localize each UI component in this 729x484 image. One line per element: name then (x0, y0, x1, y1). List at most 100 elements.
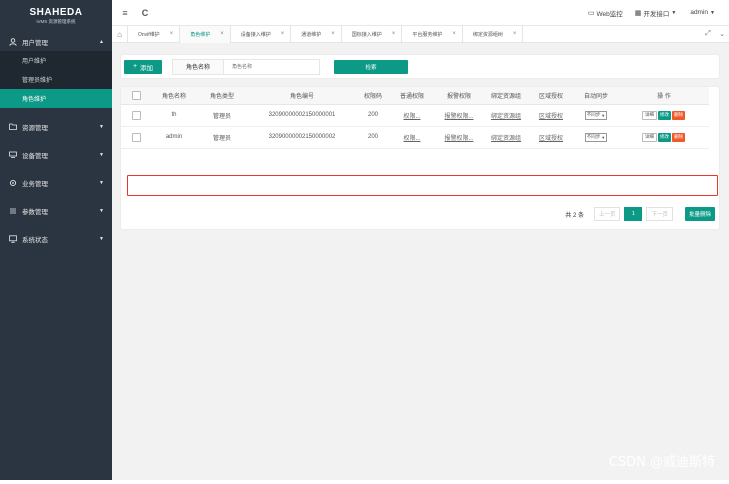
tab-role[interactable]: 角色维护 × (180, 25, 231, 43)
close-icon[interactable]: × (170, 31, 174, 37)
table-header-row: 角色名称 角色类型 角色编号 权限码 普通权限 报警权限 绑定资源组 区域授权 … (121, 87, 709, 105)
sidebar-group-params[interactable]: 参数管理 ▼ (0, 201, 112, 220)
monitor-icon: ▭ (587, 9, 595, 17)
tab-label: 通道维护 (301, 31, 322, 38)
role-table: 角色名称 角色类型 角色编号 权限码 普通权限 报警权限 绑定资源组 区域授权 … (121, 87, 709, 149)
col-header: 绑定资源组 (483, 87, 529, 105)
cell-normal-perm: 权限... (389, 126, 435, 149)
delete-button[interactable]: 删除 (672, 110, 685, 120)
user-menu[interactable]: admin ▼ (690, 9, 717, 16)
close-icon[interactable]: × (281, 31, 285, 37)
detail-button[interactable]: 详细 (642, 110, 657, 120)
role-name-input[interactable] (224, 58, 320, 75)
cell-role-code: 32090000002150000001 (247, 104, 357, 127)
sidebar-group-label: 系统状态 (22, 236, 48, 244)
close-icon[interactable]: × (513, 31, 517, 37)
sync-select[interactable]: 不同步 ▼ (584, 110, 608, 120)
sidebar-group-device[interactable]: 设备管理 ▼ (0, 145, 112, 164)
sidebar-item-admin-maintain[interactable]: 管理员维护 (0, 70, 112, 89)
sidebar-group-business[interactable]: 业务管理 ▼ (0, 173, 112, 192)
row-checkbox[interactable] (131, 132, 141, 142)
area-auth-link[interactable]: 区域授权 (539, 114, 563, 120)
sidebar-group-resource[interactable]: 资源管理 ▼ (0, 117, 112, 136)
chevron-down-icon: ▼ (601, 112, 606, 118)
sidebar-item-user-maintain[interactable]: 用户维护 (0, 51, 112, 70)
cell-area-auth: 区域授权 (529, 126, 573, 149)
web-monitor-link[interactable]: ▭ Web监控 (588, 8, 623, 18)
dev-interface-menu[interactable]: ▦ 开发接口 ▼ (635, 8, 679, 18)
col-header: 权限码 (357, 87, 389, 105)
resource-group-link[interactable]: 绑定资源组 (491, 114, 521, 120)
sidebar-group-label: 用户管理 (22, 39, 48, 47)
tab-onvif[interactable]: Onvif维护 × (128, 25, 181, 43)
cell-alarm-perm: 报警权限... (435, 104, 483, 127)
expand-icon[interactable]: ⤢ (701, 30, 715, 38)
tab-platform-service[interactable]: 平台服务维护 × (402, 25, 463, 43)
close-icon[interactable]: × (220, 31, 224, 37)
sidebar-group-label: 参数管理 (22, 208, 48, 216)
home-icon[interactable]: ⌂ (112, 25, 128, 43)
col-header: 角色类型 (197, 87, 247, 105)
tab-label: 角色维护 (190, 31, 211, 38)
close-icon[interactable]: × (331, 31, 335, 37)
select-all-checkbox[interactable] (131, 90, 141, 100)
sidebar: SHAHEDA iVMS 资源管理系统 用户管理 ▲ 用户维护 管理员维护 角色… (0, 0, 112, 480)
tab-resource-group[interactable]: 绑定资源组树 × (463, 25, 524, 43)
resource-group-link[interactable]: 绑定资源组 (491, 136, 521, 142)
user-name: admin (690, 9, 709, 16)
cell-role-name: th (151, 104, 197, 127)
cell-alarm-perm: 报警权限... (435, 126, 483, 149)
edit-button[interactable]: 修改 (658, 132, 671, 142)
row-select-cell (121, 104, 151, 127)
gear-icon (8, 178, 17, 187)
prev-page-button[interactable]: 上一页 (593, 207, 621, 221)
sidebar-group-user[interactable]: 用户管理 ▲ (0, 32, 112, 51)
close-icon[interactable]: × (452, 31, 456, 37)
main-content: + 添加 角色名称 检索 角色名称 角色类型 角色编号 权限码 普通权限 报警权… (112, 43, 729, 480)
watermark: CSDN @威迪斯特 (608, 455, 715, 470)
add-button[interactable]: + 添加 (124, 59, 162, 74)
col-header: 区域授权 (529, 87, 573, 105)
device-icon (8, 150, 17, 159)
page-1-button[interactable]: 1 (624, 207, 643, 221)
normal-perm-link[interactable]: 权限... (403, 136, 420, 142)
tab-channel[interactable]: 通道维护 × (291, 25, 342, 43)
tab-device-access[interactable]: 设备接入维护 × (231, 25, 292, 43)
next-page-button[interactable]: 下一页 (646, 207, 673, 221)
close-icon[interactable]: × (392, 31, 396, 37)
detail-button[interactable]: 详细 (642, 132, 657, 142)
tab-label: 国标接入维护 (351, 31, 382, 38)
monitor-icon (8, 234, 17, 243)
refresh-icon[interactable]: C (138, 6, 152, 20)
row-highlight-box (127, 175, 718, 196)
chevron-down-icon[interactable]: ⌄ (715, 30, 729, 38)
cell-perm-code: 200 (357, 104, 389, 127)
tab-gb-access[interactable]: 国标接入维护 × (342, 25, 403, 43)
sidebar-group-status[interactable]: 系统状态 ▼ (0, 229, 112, 248)
cell-operations: 详细 修改 删除 (619, 104, 709, 127)
table-panel: 角色名称 角色类型 角色编号 权限码 普通权限 报警权限 绑定资源组 区域授权 … (120, 86, 720, 230)
caret-down-icon: ▼ (671, 9, 677, 16)
batch-delete-button[interactable]: 批量删除 (684, 207, 715, 221)
edit-button[interactable]: 修改 (658, 110, 671, 120)
row-checkbox[interactable] (131, 110, 141, 120)
search-button[interactable]: 检索 (334, 59, 408, 74)
alarm-perm-link[interactable]: 报警权限... (444, 136, 473, 142)
cell-resource-group: 绑定资源组 (483, 104, 529, 127)
area-auth-link[interactable]: 区域授权 (539, 136, 563, 142)
menu-toggle-icon[interactable]: ≡ (118, 6, 132, 20)
sidebar-item-role-maintain[interactable]: 角色维护 (0, 89, 112, 108)
topbar-right: ▭ Web监控 ▦ 开发接口 ▼ admin ▼ (588, 8, 729, 18)
delete-button[interactable]: 删除 (672, 132, 685, 142)
alarm-perm-link[interactable]: 报警权限... (444, 114, 473, 120)
sync-select[interactable]: 不同步 ▼ (584, 132, 608, 142)
sliders-icon (8, 206, 17, 215)
col-header: 自动同步 (573, 87, 619, 105)
cell-role-type: 管理员 (197, 126, 247, 149)
normal-perm-link[interactable]: 权限... (403, 114, 420, 120)
total-count: 共 2 条 (565, 212, 584, 219)
sync-select-value: 不同步 (586, 112, 601, 117)
cell-resource-group: 绑定资源组 (483, 126, 529, 149)
col-header: 报警权限 (435, 87, 483, 105)
select-all-cell (121, 87, 151, 105)
